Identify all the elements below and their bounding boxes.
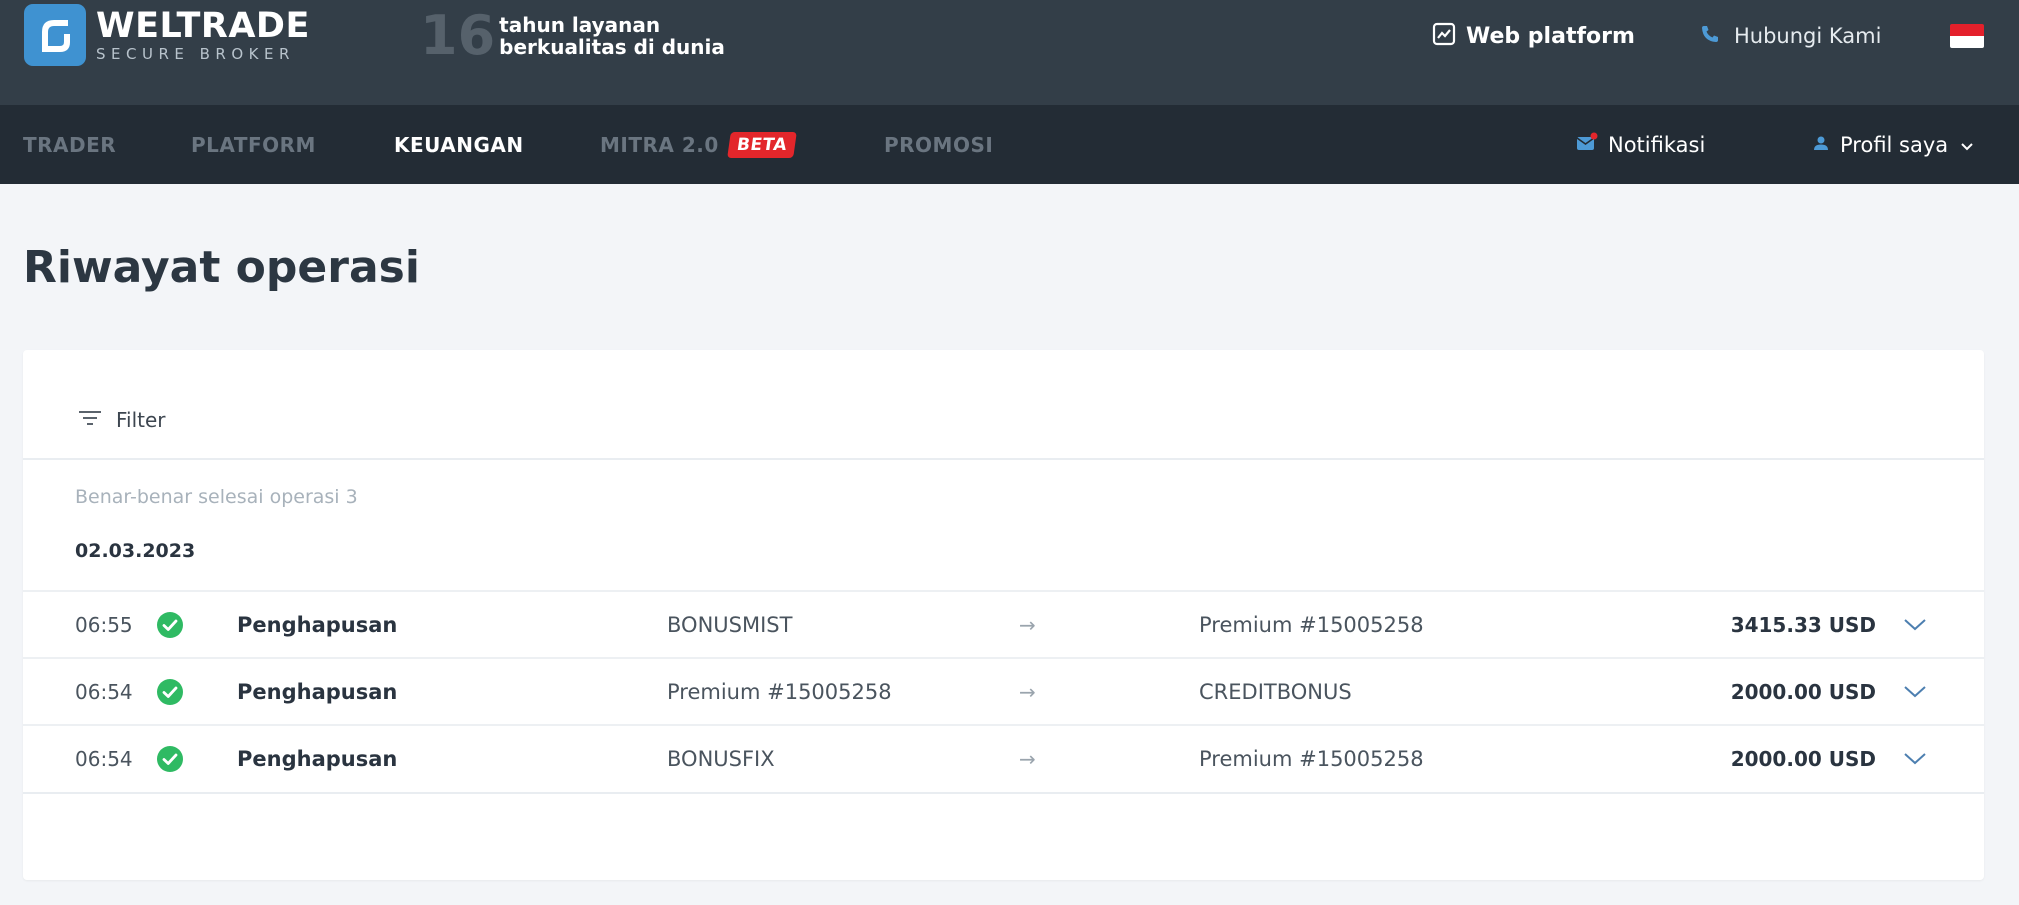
nav-item-keuangan[interactable]: KEUANGAN	[394, 105, 524, 184]
operation-type: Penghapusan	[237, 680, 398, 704]
operation-amount: 2000.00 USD	[1730, 747, 1876, 771]
logo-name: WELTRADE	[96, 6, 310, 46]
nav-item-platform[interactable]: PLATFORM	[191, 105, 316, 184]
operation-row[interactable]: 06:55 Penghapusan BONUSMIST → Premium #1…	[23, 590, 1984, 658]
operation-row[interactable]: 06:54 Penghapusan Premium #15005258 → CR…	[23, 657, 1984, 725]
beta-badge: BETA	[726, 131, 797, 158]
chevron-down-icon[interactable]	[1903, 726, 1927, 792]
nav-item-promosi[interactable]: PROMOSI	[884, 105, 993, 184]
page-title: Riwayat operasi	[23, 242, 420, 293]
profile-menu[interactable]: Profil saya	[1812, 105, 1974, 184]
list-bottom-divider	[23, 792, 1984, 794]
chevron-down-icon[interactable]	[1903, 592, 1927, 658]
success-check-icon	[157, 726, 183, 792]
web-platform-label: Web platform	[1466, 23, 1635, 49]
logo-tagline: SECURE BROKER	[96, 45, 295, 63]
arrow-right-icon: →	[1019, 747, 1036, 771]
filter-button[interactable]: Filter	[78, 402, 166, 438]
contact-link[interactable]: Hubungi Kami	[1700, 18, 1881, 54]
indonesia-flag-icon[interactable]	[1950, 24, 1984, 48]
mail-notification-icon	[1576, 132, 1598, 157]
years-line-1: tahun layanan	[499, 13, 661, 37]
chart-icon	[1432, 22, 1456, 50]
profile-label: Profil saya	[1840, 132, 1949, 157]
filter-divider	[23, 458, 1984, 460]
operation-to: Premium #15005258	[1199, 747, 1424, 771]
success-check-icon	[157, 659, 183, 725]
operation-to: CREDITBONUS	[1199, 680, 1352, 704]
operations-card: Filter Benar-benar selesai operasi 3 02.…	[23, 350, 1984, 880]
chevron-down-icon[interactable]	[1903, 659, 1927, 725]
success-check-icon	[157, 592, 183, 658]
chevron-down-icon	[1960, 133, 1974, 157]
operation-to: Premium #15005258	[1199, 613, 1424, 637]
operation-from: Premium #15005258	[667, 680, 892, 704]
weltrade-logo[interactable]: WELTRADE SECURE BROKER	[24, 4, 310, 66]
phone-icon	[1700, 24, 1720, 48]
user-icon	[1812, 133, 1830, 157]
web-platform-link[interactable]: Web platform	[1432, 18, 1635, 54]
arrow-right-icon: →	[1019, 680, 1036, 704]
operation-type: Penghapusan	[237, 613, 398, 637]
years-number: 16	[420, 4, 496, 67]
filter-label: Filter	[116, 408, 166, 432]
operation-amount: 3415.33 USD	[1730, 613, 1876, 637]
operations-date: 02.03.2023	[75, 540, 196, 562]
contact-label: Hubungi Kami	[1734, 24, 1882, 48]
top-header: WELTRADE SECURE BROKER 16 tahun layanan …	[0, 0, 2019, 105]
operation-from: BONUSMIST	[667, 613, 793, 637]
operation-from: BONUSFIX	[667, 747, 775, 771]
main-nav: TRADER PLATFORM KEUANGAN MITRA 2.0 BETA …	[0, 105, 2019, 184]
years-of-service: 16 tahun layanan berkualitas di dunia	[420, 8, 725, 64]
operations-summary: Benar-benar selesai operasi 3	[75, 486, 358, 508]
logo-mark-icon	[24, 4, 86, 66]
filter-icon	[78, 409, 102, 431]
nav-item-trader[interactable]: TRADER	[23, 105, 116, 184]
arrow-right-icon: →	[1019, 613, 1036, 637]
operation-time: 06:55	[75, 613, 133, 637]
operation-type: Penghapusan	[237, 747, 398, 771]
notifications-label: Notifikasi	[1608, 132, 1706, 157]
operation-time: 06:54	[75, 680, 133, 704]
nav-item-mitra-label: MITRA 2.0	[600, 132, 719, 157]
nav-item-mitra[interactable]: MITRA 2.0 BETA	[600, 105, 797, 184]
operation-time: 06:54	[75, 747, 133, 771]
operation-row[interactable]: 06:54 Penghapusan BONUSFIX → Premium #15…	[23, 724, 1984, 792]
operation-amount: 2000.00 USD	[1730, 680, 1876, 704]
years-line-2: berkualitas di dunia	[499, 35, 725, 59]
notifications-button[interactable]: Notifikasi	[1576, 105, 1705, 184]
